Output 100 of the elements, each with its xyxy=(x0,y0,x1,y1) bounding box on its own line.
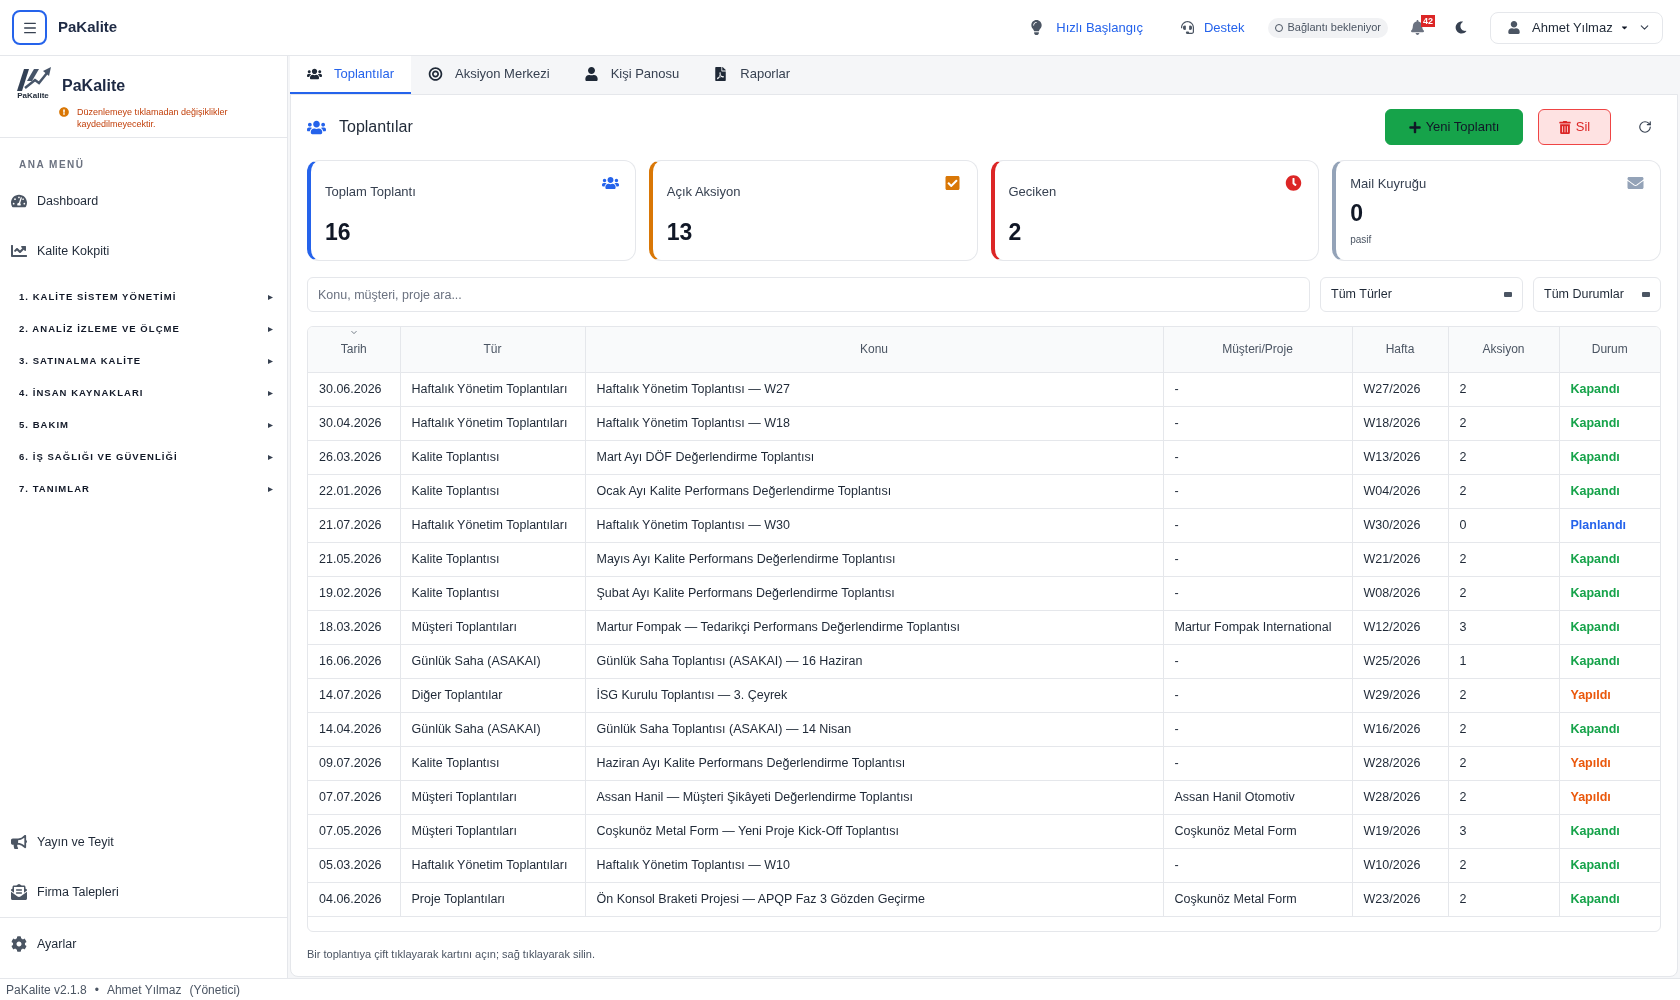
table-cell: 2 xyxy=(1448,576,1559,610)
theme-toggle-button[interactable] xyxy=(1454,19,1468,36)
sidebar-item[interactable]: Dashboard xyxy=(0,183,287,219)
table-cell: Mart Ayı DÖF Değerlendirme Toplantısı xyxy=(585,440,1163,474)
table-cell: - xyxy=(1163,372,1352,406)
quick-start-link[interactable]: Hızlı Başlangıç xyxy=(1030,17,1143,38)
column-header[interactable]: Aksiyon xyxy=(1448,327,1559,372)
filter-dropdown[interactable]: Tüm Durumlar xyxy=(1533,277,1661,312)
sidebar-group[interactable]: 1. KALİTE SİSTEM YÖNETİMİ xyxy=(0,281,287,313)
column-header[interactable]: Tarih xyxy=(308,327,400,372)
filter-dropdown[interactable]: Tüm Türler xyxy=(1320,277,1523,312)
table-cell: 2 xyxy=(1448,712,1559,746)
table-cell: 2 xyxy=(1448,746,1559,780)
settings-icon xyxy=(11,936,27,952)
table-cell: W21/2026 xyxy=(1352,542,1448,576)
table-cell: 3 xyxy=(1448,814,1559,848)
support-link[interactable]: Destek xyxy=(1180,17,1245,38)
column-header[interactable]: Müşteri/Proje xyxy=(1163,327,1352,372)
section-title: ANA MENÜ xyxy=(19,158,85,172)
table-cell: 3 xyxy=(1448,610,1559,644)
table-cell: W08/2026 xyxy=(1352,576,1448,610)
table-cell: 26.03.2026 xyxy=(308,440,400,474)
search-field[interactable]: Konu, müşteri, proje ara... xyxy=(307,277,1310,312)
table-cell: Haziran Ayı Kalite Performans Değerlendirme Toplantısı xyxy=(585,746,1163,780)
table-cell: Haftalık Yönetim Toplantıları xyxy=(400,508,585,542)
bar-icon xyxy=(1504,292,1512,297)
sidebar-group[interactable]: 7. TANIMLAR xyxy=(0,473,287,505)
status-cell: Kapandı xyxy=(1559,474,1660,508)
sidebar-group[interactable]: 4. İNSAN KAYNAKLARI xyxy=(0,377,287,409)
column-header[interactable]: Durum xyxy=(1559,327,1660,372)
sidebar-group[interactable]: 2. ANALİZ İZLEME VE ÖLÇME xyxy=(0,313,287,345)
tab[interactable]: Toplantılar xyxy=(290,56,411,94)
table-cell: Müşteri Toplantıları xyxy=(400,814,585,848)
status-cell: Kapandı xyxy=(1559,372,1660,406)
table-cell: 04.06.2026 xyxy=(308,882,400,916)
user-menu-button[interactable]: Ahmet Yılmaz xyxy=(1490,11,1663,44)
table-cell: 14.07.2026 xyxy=(308,678,400,712)
table-cell: W12/2026 xyxy=(1352,610,1448,644)
notification-count: 42 xyxy=(1421,14,1435,27)
plus-icon xyxy=(1408,120,1421,134)
users-icon xyxy=(307,118,326,136)
table-cell: Haftalık Yönetim Toplantıları xyxy=(400,848,585,882)
menu-button[interactable] xyxy=(12,10,47,45)
sidebar-item[interactable]: Kalite Kokpiti xyxy=(0,233,287,269)
table-cell: Assan Hanil — Müşteri Şikâyeti Değerlendirme Toplantısı xyxy=(585,780,1163,814)
table-cell: 19.02.2026 xyxy=(308,576,400,610)
status-cell: Yapıldı xyxy=(1559,678,1660,712)
user-icon xyxy=(1508,21,1520,34)
sidebar-item[interactable]: Ayarlar xyxy=(0,918,287,970)
table-cell: Kalite Toplantısı xyxy=(400,542,585,576)
table-cell: - xyxy=(1163,746,1352,780)
table-cell: Haftalık Yönetim Toplantıları xyxy=(400,406,585,440)
table-cell: Kalite Toplantısı xyxy=(400,746,585,780)
table-cell: Günlük Saha (ASAKAI) xyxy=(400,644,585,678)
target-icon xyxy=(428,67,443,81)
table-cell: 2 xyxy=(1448,882,1559,916)
table-cell: W29/2026 xyxy=(1352,678,1448,712)
status-cell: Kapandı xyxy=(1559,848,1660,882)
sidebar-group[interactable]: 5. BAKIM xyxy=(0,409,287,441)
table-cell: 2 xyxy=(1448,406,1559,440)
table-cell: Ön Konsol Braketi Projesi — APQP Faz 3 Gözden Geçirme xyxy=(585,882,1163,916)
table-cell: W25/2026 xyxy=(1352,644,1448,678)
table-cell: 21.05.2026 xyxy=(308,542,400,576)
table-cell: 18.03.2026 xyxy=(308,610,400,644)
app-title: PaKalite xyxy=(58,17,118,38)
status-cell: Kapandı xyxy=(1559,406,1660,440)
sidebar-group[interactable]: 6. İŞ SAĞLIĞI VE GÜVENLİĞİ xyxy=(0,441,287,473)
column-header[interactable]: Hafta xyxy=(1352,327,1448,372)
table-cell: Haftalık Yönetim Toplantısı — W10 xyxy=(585,848,1163,882)
sidebar-group[interactable]: 3. SATINALMA KALİTE xyxy=(0,345,287,377)
connection-status-label: Bağlantı bekleniyor xyxy=(1287,20,1381,36)
delete-button[interactable]: Sil xyxy=(1538,109,1611,145)
table-cell: W28/2026 xyxy=(1352,780,1448,814)
stat-label: Toplam Toplantı xyxy=(325,183,416,201)
sidebar-item[interactable]: Firma Talepleri xyxy=(0,867,287,917)
table-cell: Müşteri Toplantıları xyxy=(400,780,585,814)
tab[interactable]: Aksiyon Merkezi xyxy=(411,56,567,94)
table-cell: W30/2026 xyxy=(1352,508,1448,542)
status-cell: Kapandı xyxy=(1559,882,1660,916)
table-cell: 07.05.2026 xyxy=(308,814,400,848)
table-cell: W28/2026 xyxy=(1352,746,1448,780)
create-button[interactable]: Yeni Toplantı xyxy=(1385,109,1523,145)
sidebar-item[interactable]: Yayın ve Teyit xyxy=(0,817,287,867)
table-cell: 2 xyxy=(1448,542,1559,576)
table-cell: Mayıs Ayı Kalite Performans Değerlendirme Toplantısı xyxy=(585,542,1163,576)
column-header[interactable]: Konu xyxy=(585,327,1163,372)
tab[interactable]: Kişi Panosu xyxy=(566,56,697,94)
column-header[interactable]: Tür xyxy=(400,327,585,372)
table-cell: Coşkunöz Metal Form xyxy=(1163,882,1352,916)
pdf-file-icon xyxy=(713,67,729,81)
tab[interactable]: Raporlar xyxy=(696,56,808,94)
table-cell: - xyxy=(1163,474,1352,508)
table-cell: W13/2026 xyxy=(1352,440,1448,474)
table-cell: - xyxy=(1163,542,1352,576)
table-cell: Coşkunöz Metal Form xyxy=(1163,814,1352,848)
table-cell: Günlük Saha (ASAKAI) xyxy=(400,712,585,746)
status-cell: Kapandı xyxy=(1559,712,1660,746)
status-cell: Planlandı xyxy=(1559,508,1660,542)
brand-name: PaKalite xyxy=(62,76,126,96)
refresh-icon xyxy=(1638,120,1652,134)
